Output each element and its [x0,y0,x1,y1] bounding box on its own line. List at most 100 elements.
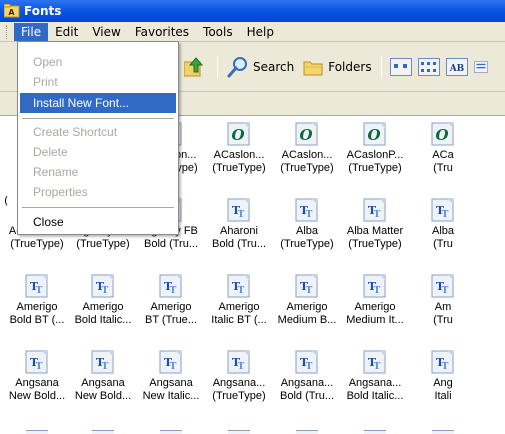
font-file-item[interactable]: T T Alba Matter (TrueType) [340,192,410,266]
menu-favorites[interactable]: Favorites [128,23,196,41]
menu-tools[interactable]: Tools [196,23,240,41]
opentype-font-icon: O [204,122,274,146]
font-name-label: Amerigo [16,301,58,313]
font-name-label: Amerigo [218,301,260,313]
svg-text:T: T [238,362,245,372]
menu-item-open: Open [33,55,63,69]
font-name-label: ACa [432,149,454,161]
toolbar-separator [217,56,218,78]
font-type-label: BT (True... [145,314,197,326]
truetype-font-icon: TT [272,198,342,222]
font-type-label: (Tru [433,314,453,326]
font-name-label: Angsana... [280,377,334,389]
font-type-label: Bold Italic... [346,390,404,402]
font-file-item[interactable]: T T Amerigo Bold Italic... [68,268,138,342]
truetype-font-icon: TT [340,350,410,374]
truetype-font-icon [160,430,182,434]
font-name-label: Angsana... [212,377,266,389]
folders-button[interactable]: Folders [298,54,375,80]
menu-bar: File Edit View Favorites Tools Help [0,22,505,42]
truetype-font-icon: TT [204,198,274,222]
font-type-label: New Bold... [8,390,66,402]
font-name-label: ACaslon... [213,149,265,161]
menu-item-rename: Rename [33,165,79,179]
font-type-label: (TrueType) [348,238,402,250]
font-type-label: Medium B... [277,314,337,326]
font-file-item[interactable]: T T Alba (Tru [408,192,478,266]
details-view-icon[interactable] [473,58,488,76]
font-type-label: (TrueType) [10,238,64,250]
font-type-label: New Italic... [142,390,200,402]
svg-text:T: T [374,286,381,296]
font-file-item[interactable]: T T Angsana New Bold... [2,344,72,418]
truetype-font-icon: TT [408,198,478,222]
font-file-item[interactable]: T T Amerigo Medium It... [340,268,410,342]
font-file-item[interactable]: T T Amerigo Medium B... [272,268,342,342]
font-name-label: Aharoni [220,225,258,237]
truetype-font-icon [228,430,250,434]
search-label: Search [253,60,295,74]
truetype-font-icon: TT [272,274,342,298]
svg-text:T: T [306,286,313,296]
font-file-item[interactable]: O ACa (Tru [408,116,478,190]
font-file-item[interactable]: T T Amerigo BT (True... [136,268,206,342]
toolbar-separator [380,56,382,78]
font-file-item[interactable]: O ACaslon...(TrueType) [272,116,342,190]
truetype-font-icon: TT [136,350,206,374]
svg-text:T: T [306,210,313,220]
font-file-item[interactable]: T T Amerigo Bold BT (... [2,268,72,342]
font-name-label: ACaslon... [281,149,333,161]
font-file-item[interactable]: T T Ang Itali [408,344,478,418]
truetype-font-icon [364,430,386,434]
menu-item-print: Print [33,75,58,89]
font-name-label: Amerigo [286,301,328,313]
title-bar[interactable]: A Fonts [0,0,505,22]
opentype-font-icon: O [340,122,410,146]
menu-item-close[interactable]: Close [20,212,176,232]
menu-edit[interactable]: Edit [48,23,85,41]
menu-help[interactable]: Help [240,23,281,41]
font-file-item[interactable]: O ACaslonP... (TrueType) [340,116,410,190]
fonts-folder-icon: A [4,4,20,18]
font-type-label: New Bold... [74,390,132,402]
svg-text:T: T [374,362,381,372]
font-file-item[interactable]: T T Alba (TrueType) [272,192,342,266]
font-name-label: Amerigo [354,301,396,313]
up-folder-button[interactable] [180,54,212,80]
font-file-item[interactable]: T T Angsana New Italic... [136,344,206,418]
search-icon [227,57,247,78]
font-file-item[interactable]: T T Amerigo Italic BT (... [204,268,274,342]
font-file-item[interactable]: O ACaslon...(TrueType) [204,116,274,190]
font-name-label: ACaslonP... [346,149,404,161]
font-file-item[interactable]: T T Angsana... (TrueType) [204,344,274,418]
font-file-item[interactable]: T T Angsana New Bold... [68,344,138,418]
svg-text:T: T [238,210,245,220]
font-file-item[interactable]: T T Am (Tru [408,268,478,342]
search-button[interactable]: Search [223,54,298,80]
font-file-item[interactable]: T T Angsana... Bold (Tru... [272,344,342,418]
menu-item-create-shortcut: Create Shortcut [33,125,118,139]
font-name-label: Angsana [149,377,193,389]
menu-view[interactable]: View [85,23,127,41]
font-type-label: Bold BT (... [9,314,65,326]
similarity-view-icon[interactable]: AB [445,58,468,76]
svg-text:T: T [102,362,109,372]
menu-bar-grip[interactable] [6,24,9,39]
font-name-label: Alba Matter [346,225,404,237]
menu-file[interactable]: File [14,22,49,41]
font-type-label: Bold Italic... [74,314,132,326]
window-title: Fonts [24,4,62,18]
menu-item-install-new-font[interactable]: Install New Font... [20,93,176,113]
truetype-font-icon: TT [68,274,138,298]
font-file-item[interactable]: T T Aharoni Bold (Tru... [204,192,274,266]
list-view-icon[interactable] [417,58,440,76]
truetype-font-icon: TT [2,350,72,374]
font-name-label: Amerigo [150,301,192,313]
truetype-font-icon: TT [408,274,478,298]
svg-text:T: T [442,362,449,372]
large-icons-view-icon[interactable] [389,58,412,76]
file-menu-dropdown: Open Print Install New Font... Create Sh… [17,41,179,235]
font-file-item[interactable]: T T Angsana... Bold Italic... [340,344,410,418]
menu-separator [22,207,174,208]
folders-label: Folders [328,60,372,74]
